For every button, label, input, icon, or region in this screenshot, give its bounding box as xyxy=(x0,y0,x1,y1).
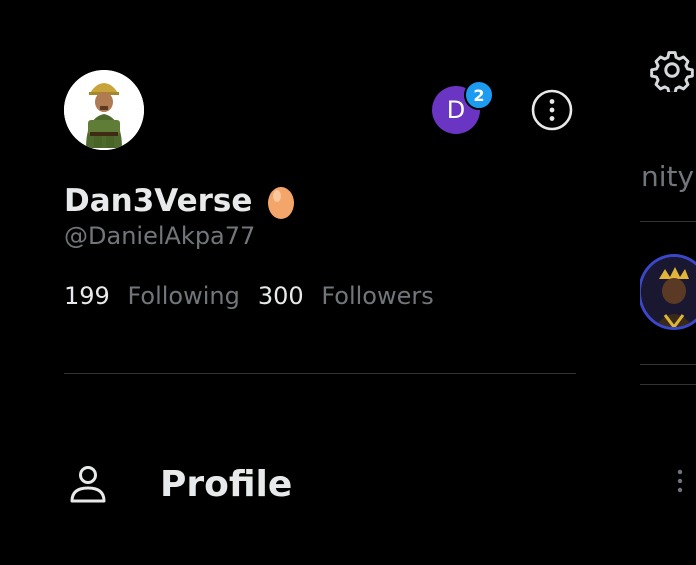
person-icon xyxy=(70,466,106,503)
nav-item-profile[interactable]: Profile xyxy=(64,456,624,512)
gear-icon[interactable] xyxy=(650,48,694,92)
drawer-divider xyxy=(64,373,576,374)
user-handle: @DanielAkpa77 xyxy=(64,222,256,250)
navigation-drawer: D 2 Dan3Verse @DanielAkpa77 199 Followin… xyxy=(0,0,640,565)
more-vertical-icon[interactable] xyxy=(672,466,688,496)
nav-label-profile: Profile xyxy=(160,463,293,505)
followers-link[interactable]: 300 Followers xyxy=(258,282,434,310)
account-initial: D xyxy=(446,96,466,124)
soldier-avatar-image xyxy=(64,70,144,150)
followers-label: Followers xyxy=(321,282,434,310)
following-link[interactable]: 199 Following xyxy=(64,282,240,310)
display-name: Dan3Verse xyxy=(64,183,253,219)
display-name-row[interactable]: Dan3Verse xyxy=(64,182,296,220)
crowned-figure-avatar-image xyxy=(641,257,696,327)
follow-stats: 199 Following 300 Followers xyxy=(64,282,434,310)
background-divider xyxy=(640,221,696,222)
following-count: 199 xyxy=(64,282,110,310)
egg-icon xyxy=(268,187,295,219)
followers-count: 300 xyxy=(257,282,304,310)
user-avatar[interactable] xyxy=(64,70,144,150)
notification-badge: 2 xyxy=(464,80,494,110)
following-label: Following xyxy=(127,282,240,310)
background-divider xyxy=(640,364,696,365)
background-divider xyxy=(640,384,696,385)
background-tab-label[interactable]: nity xyxy=(641,160,694,193)
more-options-circle-icon[interactable] xyxy=(530,88,574,132)
